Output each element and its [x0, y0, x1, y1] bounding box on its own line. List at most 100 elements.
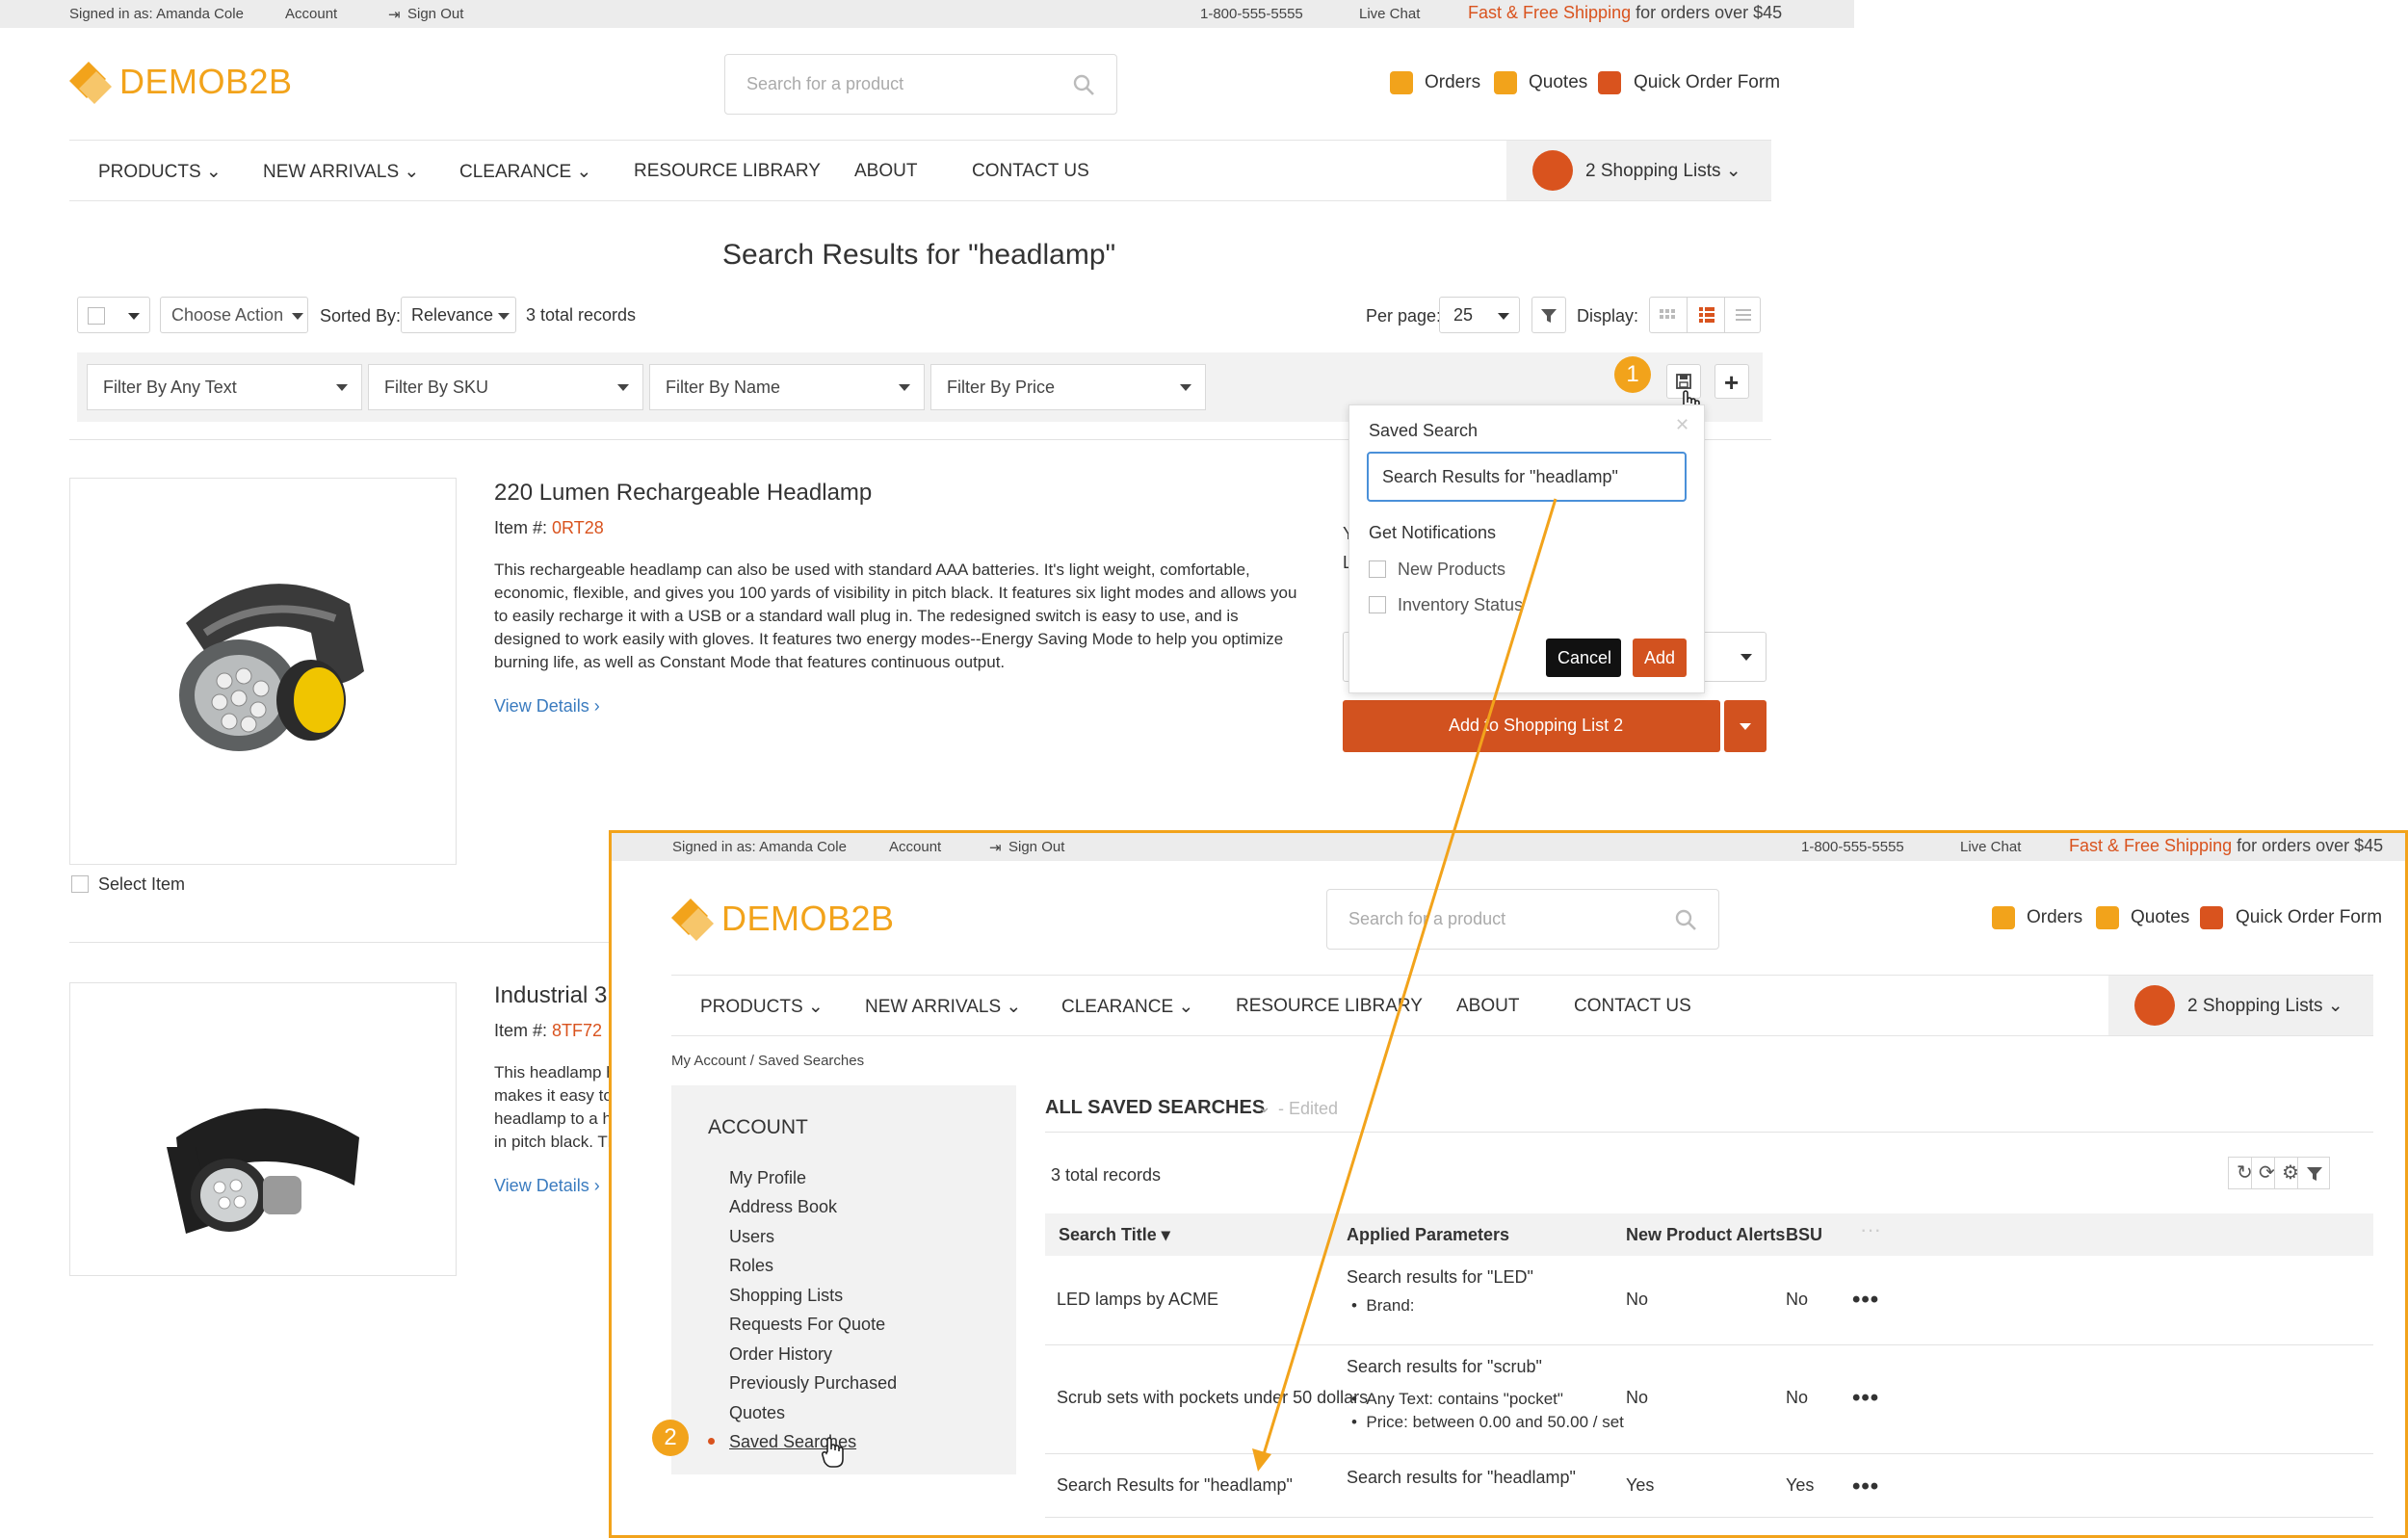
nav-clearance[interactable]: CLEARANCE ⌄ — [459, 161, 591, 183]
callout-badge-2: 2 — [652, 1420, 689, 1456]
select-item-checkbox[interactable] — [71, 875, 89, 893]
quotes-link[interactable]: Quotes — [1529, 72, 1587, 93]
account-link[interactable]: Account — [285, 6, 337, 22]
add-to-shopping-list-button[interactable]: Add to Shopping List 2 — [1343, 700, 1720, 752]
row-actions-icon[interactable]: ••• — [1852, 1287, 1879, 1314]
compact-view-icon[interactable] — [1735, 307, 1752, 325]
sidebar-item-quotes[interactable]: Quotes — [729, 1403, 785, 1423]
shopping-lists-button[interactable]: 2 Shopping Lists ⌄ — [2108, 976, 2373, 1035]
live-chat-link[interactable]: Live Chat — [1359, 6, 1420, 22]
col-applied-parameters[interactable]: Applied Parameters — [1347, 1225, 1509, 1245]
nav-clearance[interactable]: CLEARANCE ⌄ — [1061, 996, 1193, 1018]
alerts-cell: No — [1626, 1290, 1649, 1309]
shopping-lists-button[interactable]: 2 Shopping Lists ⌄ — [1506, 141, 1771, 200]
sidebar-item-previously-purchased[interactable]: Previously Purchased — [729, 1373, 897, 1394]
filter-button[interactable] — [2297, 1157, 2330, 1189]
cancel-button[interactable]: Cancel — [1546, 639, 1621, 677]
choose-action-select[interactable]: Choose Action — [160, 297, 308, 333]
nav-resource-library[interactable]: RESOURCE LIBRARY — [1236, 996, 1423, 1017]
nav-contact-us[interactable]: CONTACT US — [972, 161, 1089, 182]
live-chat-link[interactable]: Live Chat — [1960, 839, 2021, 855]
nav-contact-us[interactable]: CONTACT US — [1574, 996, 1691, 1017]
sign-out-link[interactable]: Sign Out — [1008, 839, 1064, 855]
view-details-link[interactable]: View Details › — [494, 1176, 600, 1196]
sidebar-item-address-book[interactable]: Address Book — [729, 1197, 837, 1217]
view-details-link[interactable]: View Details › — [494, 696, 600, 717]
sidebar-item-order-history[interactable]: Order History — [729, 1344, 832, 1365]
filter-toggle-button[interactable] — [1531, 297, 1566, 333]
search-title-cell[interactable]: Scrub sets with pockets under 50 dollars — [1057, 1388, 1368, 1408]
col-search-title[interactable]: Search Title ▾ — [1059, 1225, 1170, 1245]
product-image[interactable] — [69, 478, 457, 865]
col-new-product-alerts[interactable]: New Product Alerts — [1626, 1225, 1785, 1245]
breadcrumb[interactable]: My Account / Saved Searches — [671, 1053, 864, 1069]
sign-out-icon: ⇥ — [989, 840, 1002, 856]
search-icon[interactable] — [1674, 908, 1697, 931]
sign-out-link[interactable]: Sign Out — [407, 6, 463, 22]
chevron-down-icon[interactable]: ⌄ — [1257, 1097, 1271, 1117]
select-item-label: Select Item — [98, 874, 186, 894]
orders-link[interactable]: Orders — [2027, 907, 2082, 928]
sign-out-icon: ⇥ — [388, 7, 401, 23]
list-view-button[interactable] — [1687, 298, 1725, 332]
col-bsu[interactable]: BSU — [1786, 1225, 1822, 1245]
more-columns-icon[interactable]: ··· — [1860, 1217, 1881, 1242]
close-icon[interactable]: ✕ — [1675, 415, 1689, 435]
search-icon[interactable] — [1072, 73, 1095, 96]
sidebar-item-my-profile[interactable]: My Profile — [729, 1168, 806, 1188]
logo-text: DEMOB2B — [119, 62, 293, 102]
add-to-list-dropdown[interactable] — [1724, 700, 1767, 752]
product-title[interactable]: Industrial 3 — [494, 982, 607, 1009]
search-input[interactable]: Search for a product — [724, 54, 1117, 115]
search-input[interactable]: Search for a product — [1326, 889, 1719, 950]
quick-order-link[interactable]: Quick Order Form — [2236, 907, 2382, 928]
nav-resource-library[interactable]: RESOURCE LIBRARY — [634, 161, 821, 182]
add-button[interactable]: Add — [1633, 639, 1687, 677]
save-icon — [1676, 374, 1691, 389]
row-actions-icon[interactable]: ••• — [1852, 1385, 1879, 1412]
select-all-dropdown[interactable] — [77, 297, 150, 333]
filter-sku[interactable]: Filter By SKU — [368, 364, 643, 410]
sidebar-item-shopping-lists[interactable]: Shopping Lists — [729, 1286, 843, 1306]
sort-select[interactable]: Relevance — [401, 297, 516, 333]
phone-number: 1-800-555-5555 — [1801, 839, 1904, 855]
select-all-checkbox[interactable] — [88, 307, 105, 325]
quotes-icon — [1494, 71, 1517, 94]
sidebar-item-users[interactable]: Users — [729, 1227, 774, 1247]
nav-new-arrivals[interactable]: NEW ARRIVALS ⌄ — [865, 996, 1021, 1018]
nav-about[interactable]: ABOUT — [854, 161, 917, 182]
logo[interactable] — [67, 60, 114, 106]
quick-order-link[interactable]: Quick Order Form — [1634, 72, 1780, 93]
filter-name[interactable]: Filter By Name — [649, 364, 925, 410]
quotes-link[interactable]: Quotes — [2131, 907, 2189, 928]
sidebar-item-requests-for-quote[interactable]: Requests For Quote — [729, 1315, 885, 1335]
nav-about[interactable]: ABOUT — [1456, 996, 1519, 1017]
orders-link[interactable]: Orders — [1425, 72, 1480, 93]
new-products-checkbox[interactable] — [1369, 560, 1386, 578]
inventory-status-checkbox[interactable] — [1369, 596, 1386, 613]
orders-icon — [1390, 71, 1413, 94]
signed-in-text: Signed in as: Amanda Cole — [69, 6, 244, 22]
filter-any-text[interactable]: Filter By Any Text — [87, 364, 362, 410]
account-link[interactable]: Account — [889, 839, 941, 855]
table-row[interactable]: Search Results for "headlamp" Search res… — [1045, 1454, 2373, 1518]
nav-products[interactable]: PRODUCTS ⌄ — [700, 996, 824, 1018]
add-filter-button[interactable]: + — [1714, 364, 1749, 399]
logo-mark-icon[interactable] — [669, 897, 716, 943]
product-image[interactable] — [69, 982, 457, 1276]
search-title-cell[interactable]: LED lamps by ACME — [1057, 1290, 1218, 1310]
saved-search-name-input[interactable]: Search Results for "headlamp" — [1367, 452, 1687, 502]
per-page-select[interactable]: 25 — [1439, 297, 1520, 333]
grid-view-icon[interactable] — [1659, 307, 1676, 325]
nav-products[interactable]: PRODUCTS ⌄ — [98, 161, 222, 183]
table-row[interactable]: Scrub sets with pockets under 50 dollars… — [1045, 1345, 2373, 1454]
shipping-link[interactable]: Fast & Free Shipping — [1468, 3, 1631, 22]
row-actions-icon[interactable]: ••• — [1852, 1473, 1879, 1500]
search-title-cell[interactable]: Search Results for "headlamp" — [1057, 1475, 1293, 1496]
table-row[interactable]: LED lamps by ACME Search results for "LE… — [1045, 1256, 2373, 1345]
sidebar-item-roles[interactable]: Roles — [729, 1256, 773, 1276]
product-description: This rechargeable headlamp can also be u… — [494, 560, 1297, 671]
filter-price[interactable]: Filter By Price — [930, 364, 1206, 410]
nav-new-arrivals[interactable]: NEW ARRIVALS ⌄ — [263, 161, 419, 183]
product-title[interactable]: 220 Lumen Rechargeable Headlamp — [494, 480, 872, 507]
